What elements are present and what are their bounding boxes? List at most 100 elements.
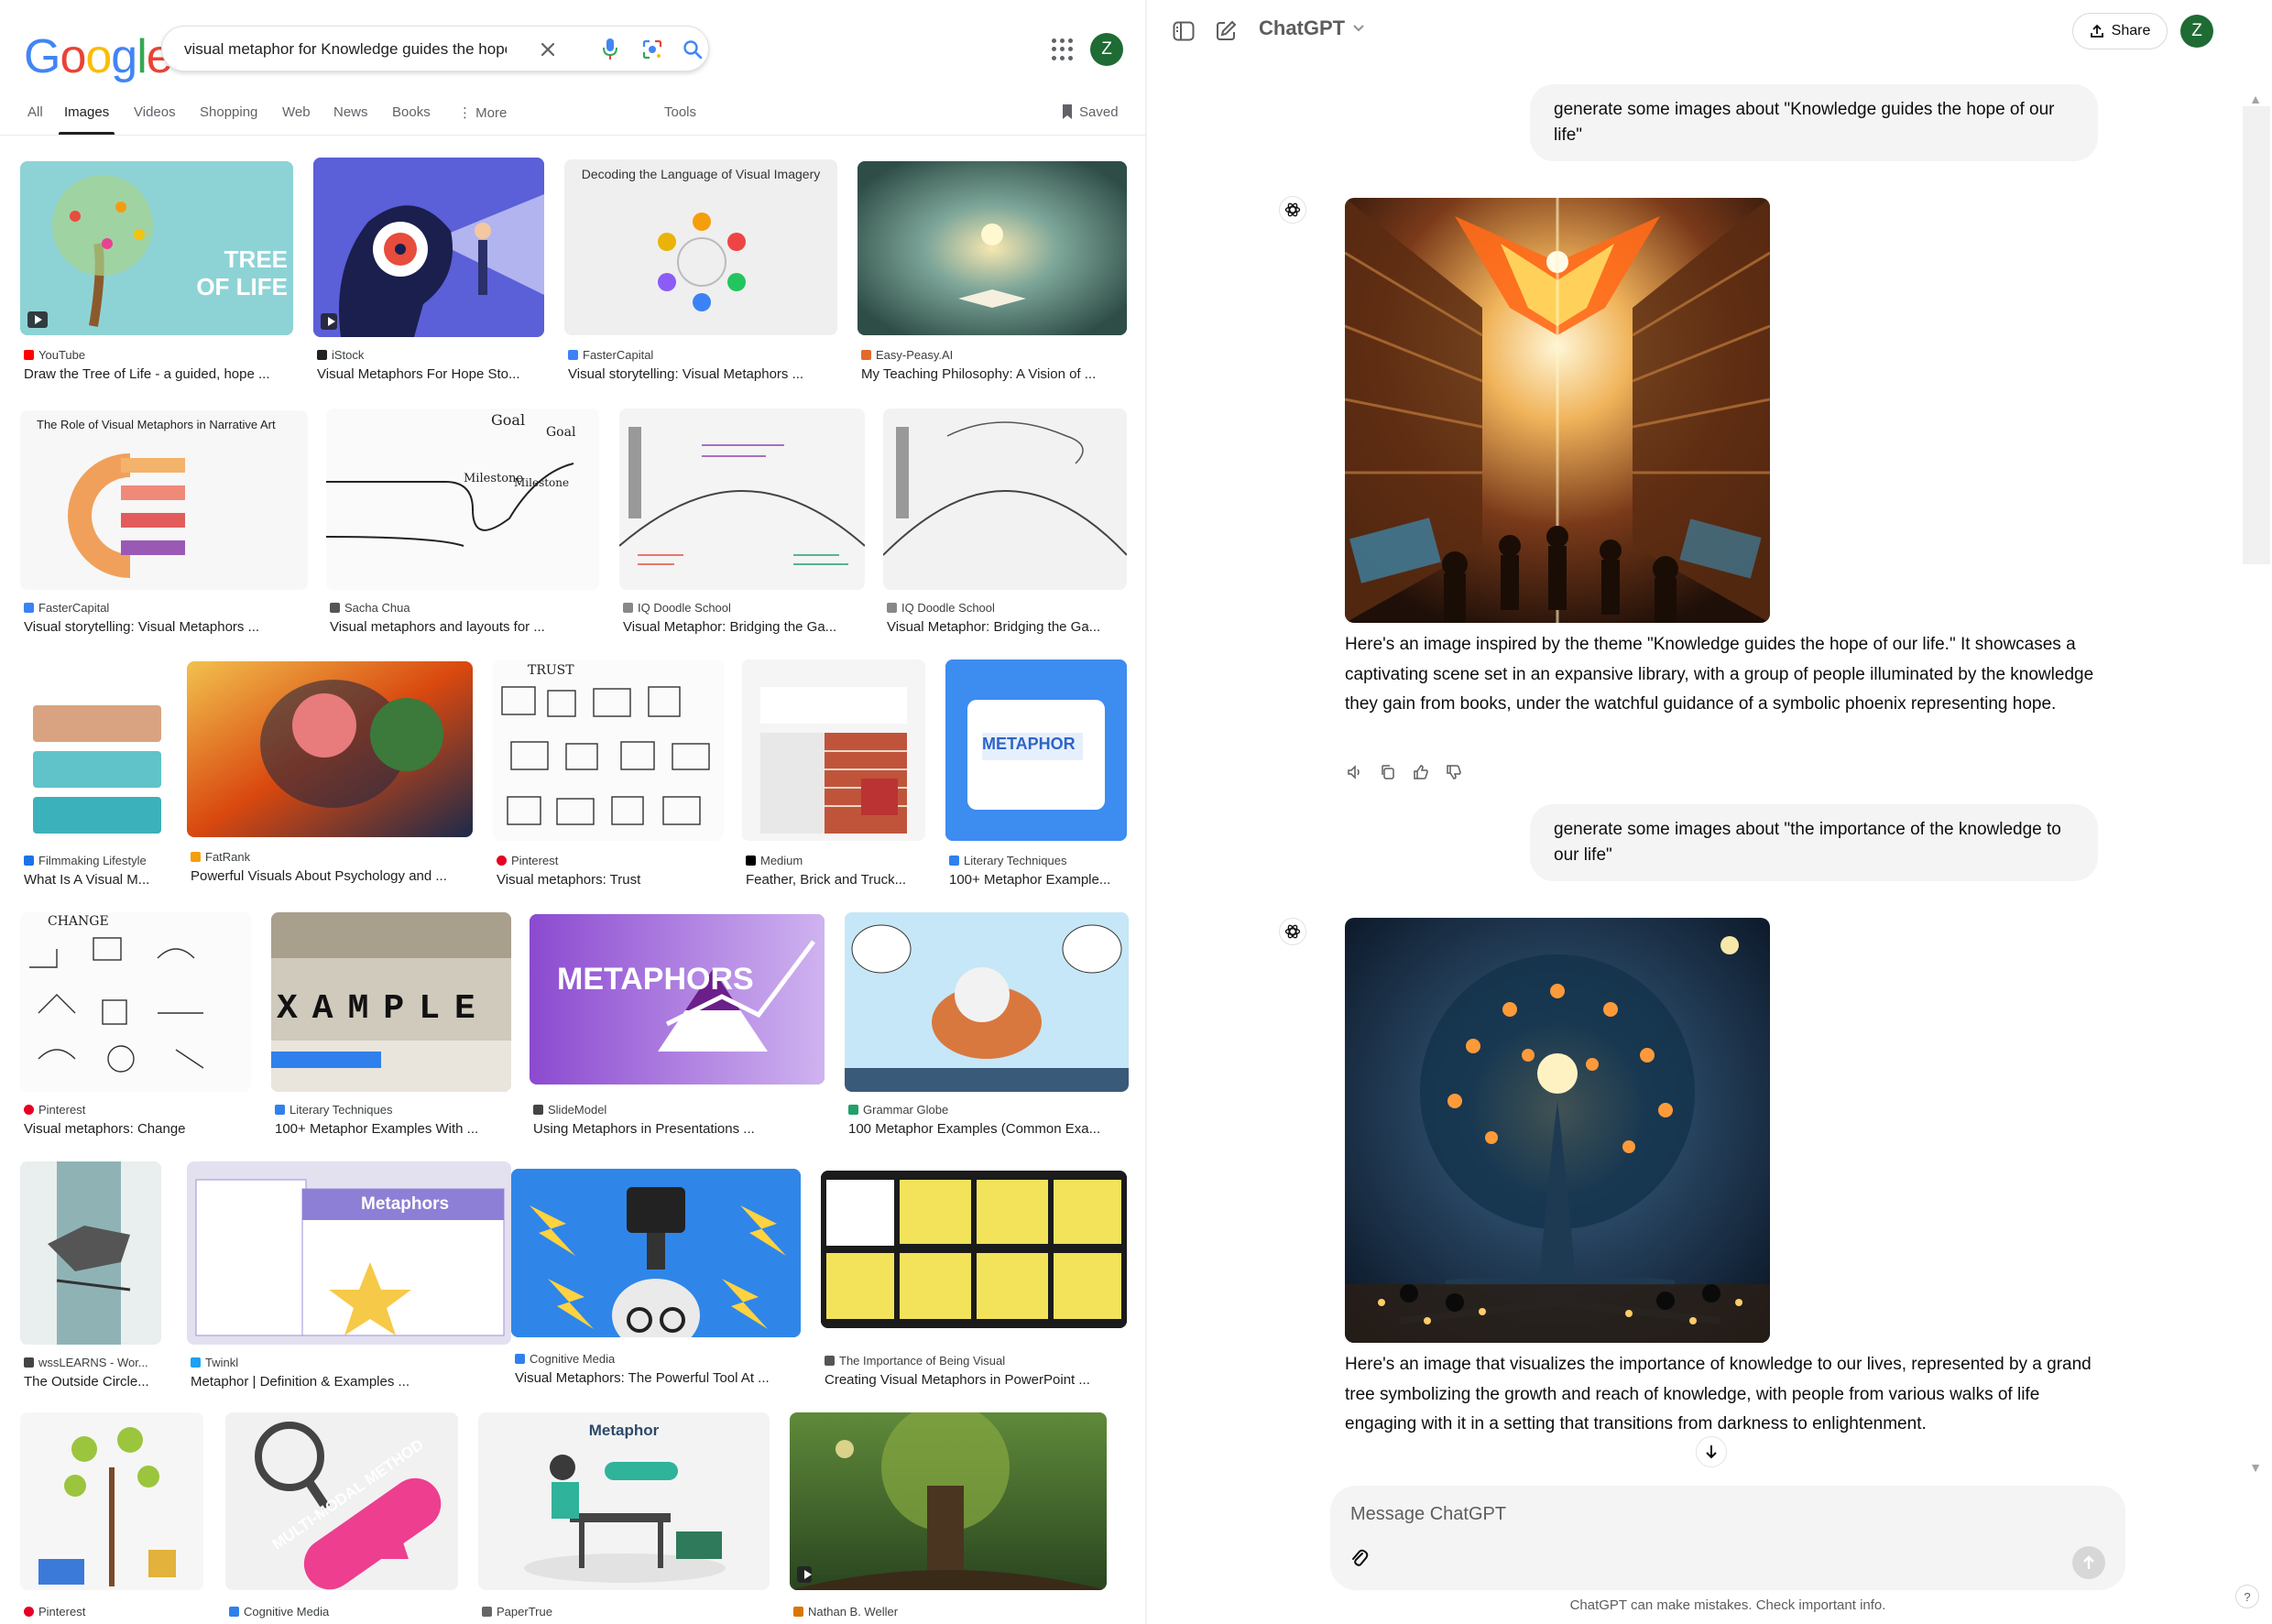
message-input[interactable]: Message ChatGPT <box>1350 1504 1506 1525</box>
new-chat-icon[interactable] <box>1211 16 1240 46</box>
image-result[interactable]: TRUST Pinterest Visual metaphors: Trust <box>493 659 727 888</box>
copy-icon[interactable] <box>1380 764 1396 780</box>
image-result[interactable]: Goal Goal Milestone Milestone Sacha Chua Vi… <box>326 409 601 638</box>
avatar[interactable]: Z <box>2180 15 2213 48</box>
result-thumbnail[interactable] <box>20 659 167 841</box>
result-thumbnail[interactable] <box>187 661 473 837</box>
image-result[interactable]: XAMPLE Literary Techniques 100+ Metaphor… <box>271 912 513 1141</box>
tab-books[interactable]: Books <box>392 104 431 120</box>
search-box[interactable]: visual metaphor for Knowledge guides the… <box>161 26 709 71</box>
scroll-up-icon[interactable]: ▲ <box>2245 92 2267 106</box>
image-result[interactable]: wssLEARNS - Wor... The Outside Circle... <box>20 1161 165 1390</box>
search-input[interactable]: visual metaphor for Knowledge guides the… <box>184 40 507 59</box>
message-composer[interactable]: Message ChatGPT <box>1330 1486 2125 1590</box>
image-result[interactable]: Easy-Peasy.AI My Teaching Philosophy: A … <box>857 161 1131 388</box>
google-logo[interactable]: Google <box>24 29 173 84</box>
result-title[interactable]: The Outside Circle... <box>24 1374 165 1390</box>
result-title[interactable]: Draw the Tree of Life - a guided, hope .… <box>24 366 293 382</box>
result-title[interactable]: Visual Metaphors: The Powerful Tool At .… <box>515 1370 803 1386</box>
image-result[interactable]: Pinterest <box>20 1412 209 1624</box>
image-result[interactable]: METAPHORS SlideModel Using Metaphors in … <box>530 914 826 1141</box>
help-button[interactable]: ? <box>2235 1585 2259 1608</box>
result-thumbnail[interactable] <box>511 1169 801 1337</box>
microphone-icon[interactable] <box>596 36 624 63</box>
image-result[interactable]: Filmmaking Lifestyle What Is A Visual M.… <box>20 659 181 888</box>
result-thumbnail[interactable]: METAPHORS <box>530 914 825 1084</box>
tab-web[interactable]: Web <box>282 104 311 120</box>
tab-tools[interactable]: Tools <box>664 104 696 120</box>
image-result[interactable]: The Importance of Being Visual Creating … <box>821 1171 1132 1390</box>
sidebar-toggle-icon[interactable] <box>1169 16 1198 46</box>
result-thumbnail[interactable]: Goal Goal Milestone Milestone <box>326 409 599 590</box>
result-thumbnail[interactable] <box>883 409 1127 590</box>
share-button[interactable]: Share <box>2072 13 2168 49</box>
result-title[interactable]: Visual Metaphors For Hope Sto... <box>317 366 548 382</box>
result-thumbnail[interactable] <box>619 409 865 590</box>
generated-image-library-phoenix[interactable] <box>1345 198 1770 623</box>
result-thumbnail[interactable]: TRUST <box>493 659 724 841</box>
result-thumbnail[interactable] <box>845 912 1129 1092</box>
result-thumbnail[interactable]: MULTI-MODAL METHOD <box>225 1412 458 1590</box>
image-result[interactable]: Decoding the Language of Visual Imagery … <box>564 159 839 388</box>
image-result[interactable]: iStock Visual Metaphors For Hope Sto... <box>313 158 548 388</box>
attach-icon[interactable] <box>1349 1546 1372 1570</box>
result-title[interactable]: Visual Metaphor: Bridging the Ga... <box>623 619 867 635</box>
result-title[interactable]: 100+ Metaphor Example... <box>949 872 1131 888</box>
result-thumbnail[interactable]: The Role of Visual Metaphors in Narrativ… <box>20 410 308 590</box>
image-result[interactable]: IQ Doodle School Visual Metaphor: Bridgi… <box>883 409 1131 638</box>
result-thumbnail[interactable] <box>857 161 1127 335</box>
result-thumbnail[interactable] <box>821 1171 1127 1328</box>
result-title[interactable]: Using Metaphors in Presentations ... <box>533 1121 826 1137</box>
model-selector[interactable]: ChatGPT <box>1259 16 1365 40</box>
image-result[interactable]: Cognitive Media Visual Metaphors: The Po… <box>511 1169 803 1390</box>
generated-image-knowledge-tree[interactable] <box>1345 918 1770 1343</box>
tab-images[interactable]: Images <box>58 104 115 135</box>
result-thumbnail[interactable]: METAPHOR <box>945 659 1127 841</box>
result-title[interactable]: What Is A Visual M... <box>24 872 170 888</box>
saved-button[interactable]: Saved <box>1061 104 1119 120</box>
result-title[interactable]: Creating Visual Metaphors in PowerPoint … <box>825 1372 1131 1388</box>
result-thumbnail[interactable] <box>20 1412 203 1590</box>
result-title[interactable]: Visual metaphors: Trust <box>497 872 727 888</box>
image-result[interactable]: The Role of Visual Metaphors in Narrativ… <box>20 410 311 638</box>
tab-shopping[interactable]: Shopping <box>200 104 257 120</box>
result-title[interactable]: My Teaching Philosophy: A Vision of ... <box>861 366 1131 382</box>
send-button[interactable] <box>2072 1546 2105 1579</box>
result-title[interactable]: Metaphor | Definition & Examples ... <box>191 1374 511 1390</box>
result-thumbnail[interactable] <box>742 659 925 841</box>
lens-icon[interactable] <box>639 36 666 63</box>
result-thumbnail[interactable] <box>790 1412 1107 1590</box>
image-result[interactable]: MULTI-MODAL METHOD Cognitive Media <box>225 1412 462 1624</box>
read-aloud-icon[interactable] <box>1347 764 1363 780</box>
result-thumbnail[interactable]: Decoding the Language of Visual Imagery <box>564 159 837 335</box>
scrollbar-thumb[interactable] <box>2243 106 2270 564</box>
image-result[interactable]: Grammar Globe 100 Metaphor Examples (Com… <box>845 912 1132 1141</box>
result-thumbnail[interactable]: Metaphor <box>478 1412 770 1590</box>
image-result[interactable]: IQ Doodle School Visual Metaphor: Bridgi… <box>619 409 867 638</box>
result-title[interactable]: Powerful Visuals About Psychology and ..… <box>191 868 476 884</box>
result-title[interactable]: Visual metaphors: Change <box>24 1121 255 1137</box>
tab-all[interactable]: All <box>27 104 43 120</box>
thumbs-down-icon[interactable] <box>1446 764 1462 780</box>
search-icon[interactable] <box>679 36 706 63</box>
image-result[interactable]: Metaphors Twinkl Metaphor | Definition &… <box>187 1161 515 1390</box>
image-result[interactable]: CHANGE Pinterest Visual metaphors: Chang… <box>20 912 255 1141</box>
avatar[interactable]: Z <box>1090 33 1123 66</box>
result-thumbnail[interactable] <box>313 158 544 337</box>
result-title[interactable]: Visual metaphors and layouts for ... <box>330 619 601 635</box>
image-result[interactable]: TREE OF LIFE YouTube Draw the Tree of Li… <box>20 161 293 388</box>
tab-videos[interactable]: Videos <box>134 104 176 120</box>
clear-icon[interactable] <box>534 36 562 63</box>
result-thumbnail[interactable]: XAMPLE <box>271 912 511 1092</box>
result-thumbnail[interactable]: Metaphors <box>187 1161 511 1345</box>
result-title[interactable]: 100 Metaphor Examples (Common Exa... <box>848 1121 1132 1137</box>
result-title[interactable]: 100+ Metaphor Examples With ... <box>275 1121 515 1137</box>
tab-news[interactable]: News <box>333 104 368 120</box>
tab-more[interactable]: ⋮ More <box>458 104 507 121</box>
image-result[interactable]: Medium Feather, Brick and Truck... <box>742 659 931 888</box>
result-title[interactable]: Visual storytelling: Visual Metaphors ..… <box>24 619 304 635</box>
scroll-down-icon[interactable]: ▼ <box>2245 1460 2267 1475</box>
thumbs-up-icon[interactable] <box>1413 764 1429 780</box>
result-title[interactable]: Feather, Brick and Truck... <box>746 872 929 888</box>
result-thumbnail[interactable]: TREE OF LIFE <box>20 161 293 335</box>
